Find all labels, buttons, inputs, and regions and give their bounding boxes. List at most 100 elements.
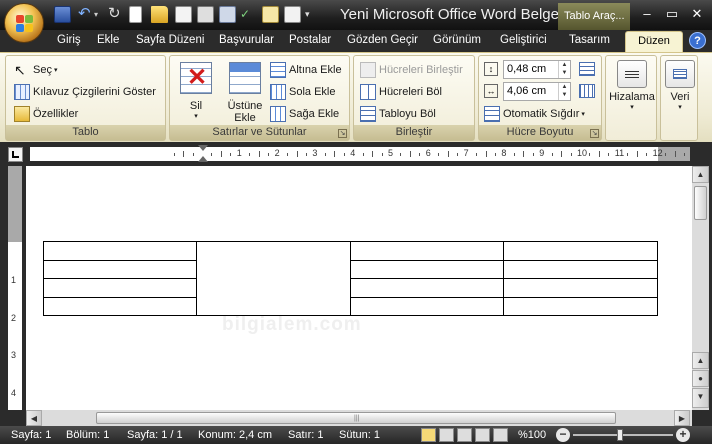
ruler-tick xyxy=(230,153,232,156)
tab-gozden-gecir[interactable]: Gözden Geçir xyxy=(347,34,418,46)
customize-qat-icon[interactable]: ▾ xyxy=(305,6,315,23)
draft-view-icon[interactable] xyxy=(493,428,508,442)
tab-giris[interactable]: Giriş xyxy=(57,34,81,46)
split-table-button[interactable]: Tabloyu Böl xyxy=(360,105,436,123)
table-cell[interactable] xyxy=(503,259,658,279)
minimize-button[interactable]: – xyxy=(636,4,658,24)
show-gridlines-button[interactable]: Kılavuz Çizgilerini Göster xyxy=(14,83,156,101)
insert-left-button[interactable]: Sola Ekle xyxy=(270,83,335,101)
table-cell[interactable] xyxy=(350,241,504,261)
spelling-icon[interactable]: ✓ xyxy=(240,6,257,23)
data-button[interactable]: Veri ▾ xyxy=(662,60,698,111)
merge-cells-icon xyxy=(360,62,376,78)
vertical-scroll-thumb[interactable] xyxy=(694,186,707,220)
dialog-launcher-icon[interactable]: ↘ xyxy=(590,129,599,138)
office-button[interactable] xyxy=(4,3,44,43)
quick-print-icon[interactable] xyxy=(219,6,236,23)
merge-cells-button[interactable]: Hücreleri Birleştir xyxy=(360,61,463,79)
tab-gorunum[interactable]: Görünüm xyxy=(433,34,481,46)
insert-below-button[interactable]: Altına Ekle xyxy=(270,61,342,79)
scroll-left-icon[interactable]: ◀ xyxy=(26,410,42,426)
save-icon[interactable] xyxy=(54,6,71,23)
checklist-icon[interactable] xyxy=(284,6,301,23)
distribute-columns-icon[interactable] xyxy=(579,84,595,98)
insert-right-button[interactable]: Sağa Ekle xyxy=(270,105,339,123)
status-page-count[interactable]: Sayfa: 1 / 1 xyxy=(127,429,183,441)
table-cell[interactable] xyxy=(43,278,197,298)
dialog-launcher-icon[interactable]: ↘ xyxy=(338,129,347,138)
zoom-slider-thumb[interactable] xyxy=(617,429,623,441)
tab-ekle[interactable]: Ekle xyxy=(97,34,119,46)
tab-postalar[interactable]: Postalar xyxy=(289,34,331,46)
spin-arrows-icon[interactable]: ▲ ▼ xyxy=(558,61,570,78)
restore-button[interactable]: ▭ xyxy=(661,4,683,24)
zoom-out-icon[interactable]: − xyxy=(556,428,570,442)
horizontal-ruler[interactable]: 1 2 3 4 5 6 7 8 9 10 11 12 xyxy=(30,145,690,162)
column-width-input[interactable]: 4,06 cm ▲ ▼ xyxy=(503,82,571,101)
autofit-icon xyxy=(484,106,500,122)
delete-button[interactable]: ✕ Sil ▾ xyxy=(180,62,212,120)
full-screen-reading-view-icon[interactable] xyxy=(439,428,454,442)
horizontal-scrollbar[interactable]: ◀ ||| ▶ xyxy=(26,410,692,426)
print-icon[interactable] xyxy=(197,6,214,23)
help-icon[interactable]: ? xyxy=(689,32,706,49)
new-document-icon[interactable] xyxy=(129,6,142,23)
tab-selector-icon[interactable] xyxy=(8,147,23,162)
previous-page-icon[interactable]: ▲ xyxy=(692,352,709,369)
zoom-in-icon[interactable]: + xyxy=(676,428,690,442)
table-cell[interactable] xyxy=(503,296,658,316)
print-preview-icon[interactable] xyxy=(175,6,192,23)
row-height-input[interactable]: 0,48 cm ▲ ▼ xyxy=(503,60,571,79)
table-cell[interactable] xyxy=(43,241,197,261)
document-icon[interactable] xyxy=(262,6,279,23)
vertical-scrollbar[interactable]: ▲ ▲ ● ▼ xyxy=(692,166,709,410)
browse-object-icon[interactable]: ● xyxy=(692,370,709,387)
undo-icon[interactable]: ↶ xyxy=(78,6,95,23)
table-cell-merged[interactable] xyxy=(196,241,351,316)
insert-above-button[interactable]: Üstüne Ekle xyxy=(222,62,268,124)
redo-icon[interactable]: ↻ xyxy=(108,6,125,23)
tab-tasarim[interactable]: Tasarım xyxy=(569,34,610,46)
properties-button[interactable]: Özellikler xyxy=(14,105,78,123)
undo-dropdown-icon[interactable]: ▾ xyxy=(94,6,102,23)
horizontal-scroll-thumb[interactable]: ||| xyxy=(96,412,616,424)
properties-icon xyxy=(14,106,30,122)
status-page[interactable]: Sayfa: 1 xyxy=(11,429,51,441)
distribute-rows-icon[interactable] xyxy=(579,62,595,76)
spin-arrows-icon[interactable]: ▲ ▼ xyxy=(558,83,570,100)
table-cell[interactable] xyxy=(503,241,658,261)
vertical-ruler[interactable]: 1 2 3 4 xyxy=(8,166,22,410)
tab-duzen[interactable]: Düzen xyxy=(625,31,683,52)
open-folder-icon[interactable] xyxy=(151,6,168,23)
first-line-indent-marker[interactable] xyxy=(198,145,208,151)
tab-basvurular[interactable]: Başvurular xyxy=(219,34,274,46)
status-line[interactable]: Satır: 1 xyxy=(288,429,323,441)
tab-sayfa-duzeni[interactable]: Sayfa Düzeni xyxy=(136,34,204,46)
ruler-tick xyxy=(334,151,336,157)
table-cell[interactable] xyxy=(350,259,504,279)
next-page-icon[interactable]: ▼ xyxy=(692,388,709,408)
autofit-button[interactable]: Otomatik Sığdır ▾ xyxy=(484,105,585,123)
close-button[interactable]: ✕ xyxy=(686,4,708,24)
print-layout-view-icon[interactable] xyxy=(421,428,436,442)
outline-view-icon[interactable] xyxy=(475,428,490,442)
select-button[interactable]: ↖ Seç ▾ xyxy=(14,61,57,79)
zoom-slider[interactable] xyxy=(573,434,673,436)
status-section[interactable]: Bölüm: 1 xyxy=(66,429,109,441)
table-cell[interactable] xyxy=(43,296,197,316)
status-column[interactable]: Sütun: 1 xyxy=(339,429,380,441)
split-cells-button[interactable]: Hücreleri Böl xyxy=(360,83,442,101)
tab-gelistirici[interactable]: Geliştirici xyxy=(500,34,547,46)
table-cell[interactable] xyxy=(350,278,504,298)
zoom-level[interactable]: %100 xyxy=(518,429,546,441)
scroll-right-icon[interactable]: ▶ xyxy=(674,410,690,426)
web-layout-view-icon[interactable] xyxy=(457,428,472,442)
scroll-up-icon[interactable]: ▲ xyxy=(692,166,709,183)
hanging-indent-marker[interactable] xyxy=(198,156,208,162)
document-table[interactable] xyxy=(43,241,658,316)
table-cell[interactable] xyxy=(503,278,658,298)
table-cell[interactable] xyxy=(43,259,197,279)
table-cell[interactable] xyxy=(350,296,504,316)
alignment-button[interactable]: Hizalama ▾ xyxy=(607,60,657,111)
status-position[interactable]: Konum: 2,4 cm xyxy=(198,429,272,441)
